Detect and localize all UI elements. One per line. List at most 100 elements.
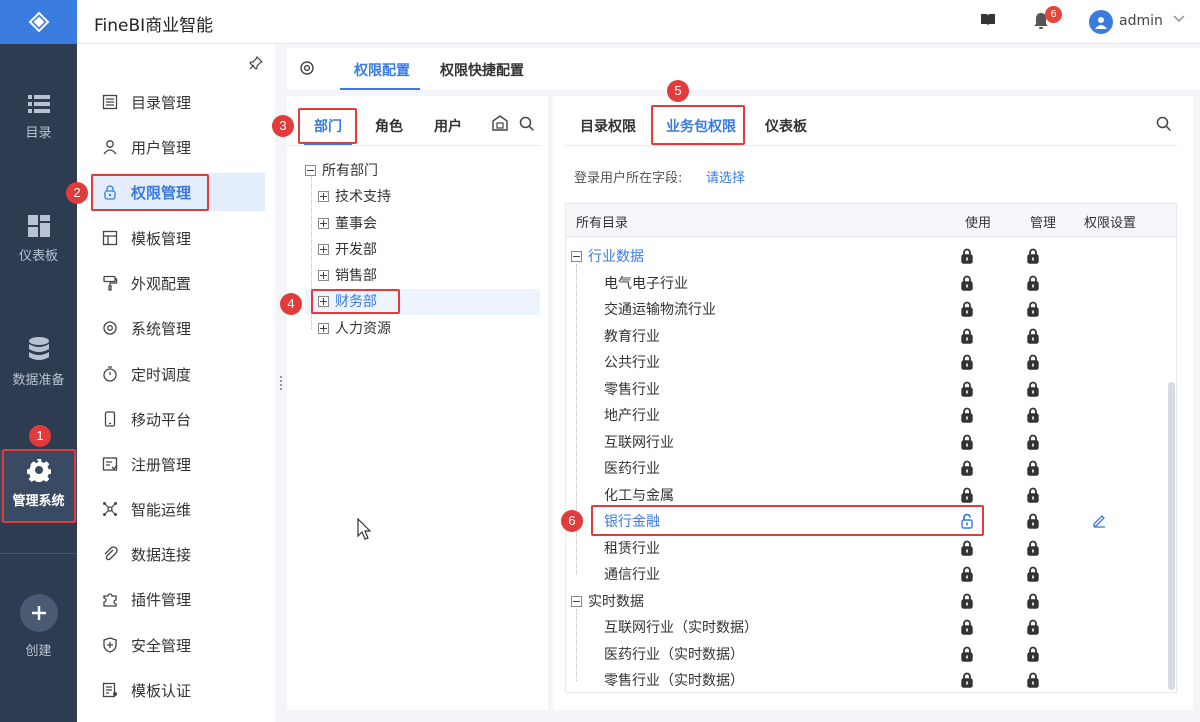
menu-item-link[interactable]: 数据连接 — [91, 535, 265, 573]
catalog-row[interactable]: 通信行业 — [604, 564, 660, 584]
manage-lock-icon[interactable] — [1027, 434, 1039, 450]
menu-item-timer[interactable]: 定时调度 — [91, 355, 265, 393]
catalog-row[interactable]: 公共行业 — [604, 352, 660, 372]
use-lock-icon[interactable] — [961, 619, 973, 635]
catalog-group-row[interactable]: 行业数据 — [571, 246, 644, 266]
chevron-down-icon[interactable] — [1173, 15, 1185, 23]
menu-item-plugin[interactable]: 插件管理 — [91, 580, 265, 618]
use-lock-icon[interactable] — [961, 407, 973, 423]
search-icon[interactable] — [519, 116, 535, 132]
menu-item-register[interactable]: 注册管理 — [91, 445, 265, 483]
catalog-row[interactable]: 教育行业 — [604, 326, 660, 346]
use-lock-icon[interactable] — [961, 646, 973, 662]
collapse-icon[interactable] — [571, 595, 582, 607]
tree-node[interactable]: 人力资源 — [318, 318, 391, 338]
tab-catalog-permission[interactable]: 目录权限 — [580, 116, 636, 136]
tab-dashboard-permission[interactable]: 仪表板 — [765, 116, 807, 136]
avatar[interactable] — [1089, 10, 1113, 34]
manage-lock-icon[interactable] — [1027, 672, 1039, 688]
collapse-icon[interactable] — [571, 250, 582, 262]
menu-item-mobile[interactable]: 移动平台 — [91, 400, 265, 438]
catalog-row[interactable]: 互联网行业（实时数据） — [604, 617, 758, 637]
catalog-row[interactable]: 互联网行业 — [604, 432, 674, 452]
expand-icon[interactable] — [318, 269, 329, 281]
expand-icon[interactable] — [318, 190, 329, 202]
menu-item-paint[interactable]: 外观配置 — [91, 264, 265, 302]
tree-node[interactable]: 开发部 — [318, 239, 377, 259]
menu-item-catalog[interactable]: 目录管理 — [91, 83, 265, 121]
manage-lock-icon[interactable] — [1027, 328, 1039, 344]
manage-lock-icon[interactable] — [1027, 275, 1039, 291]
rail-item-catalog[interactable]: 目录 — [0, 94, 77, 141]
tree-node-root[interactable]: 所有部门 — [305, 160, 378, 180]
catalog-row[interactable]: 电气电子行业 — [604, 273, 688, 293]
use-lock-icon[interactable] — [961, 540, 973, 556]
menu-item-template[interactable]: 模板管理 — [91, 219, 265, 257]
use-lock-icon[interactable] — [961, 487, 973, 503]
tree-node[interactable]: 技术支持 — [318, 186, 391, 206]
collapse-icon[interactable] — [305, 164, 316, 176]
manage-lock-icon[interactable] — [1027, 381, 1039, 397]
scrollbar[interactable] — [1168, 382, 1175, 690]
catalog-row[interactable]: 医药行业 — [604, 458, 660, 478]
use-lock-icon[interactable] — [961, 381, 973, 397]
catalog-group-row[interactable]: 实时数据 — [571, 591, 644, 611]
manage-lock-icon[interactable] — [1027, 513, 1039, 529]
pin-icon[interactable] — [249, 56, 263, 70]
tab-permission-config[interactable]: 权限配置 — [354, 60, 410, 80]
manage-lock-icon[interactable] — [1027, 407, 1039, 423]
catalog-row[interactable]: 零售行业（实时数据） — [604, 670, 744, 690]
use-lock-icon[interactable] — [961, 434, 973, 450]
tab-permission-quick-config[interactable]: 权限快捷配置 — [440, 60, 524, 80]
tab-user[interactable]: 用户 — [434, 116, 462, 136]
use-lock-icon[interactable] — [961, 301, 973, 317]
manage-lock-icon[interactable] — [1027, 593, 1039, 609]
tree-node[interactable]: 董事会 — [318, 213, 377, 233]
catalog-row[interactable]: 交通运输物流行业 — [604, 299, 716, 319]
manage-lock-icon[interactable] — [1027, 540, 1039, 556]
menu-item-user[interactable]: 用户管理 — [91, 128, 265, 166]
manage-lock-icon[interactable] — [1027, 460, 1039, 476]
catalog-row[interactable]: 医药行业（实时数据） — [604, 644, 744, 664]
manage-lock-icon[interactable] — [1027, 354, 1039, 370]
expand-icon[interactable] — [318, 243, 329, 255]
manage-lock-icon[interactable] — [1027, 619, 1039, 635]
tab-role[interactable]: 角色 — [375, 116, 403, 136]
expand-icon[interactable] — [318, 217, 329, 229]
use-lock-icon[interactable] — [961, 275, 973, 291]
menu-item-cert[interactable]: 模板认证 — [91, 671, 265, 709]
search-icon[interactable] — [1156, 116, 1172, 132]
tree-node[interactable]: 销售部 — [318, 265, 377, 285]
user-name[interactable]: admin — [1119, 13, 1163, 29]
edit-pencil-icon[interactable] — [1092, 513, 1107, 528]
menu-item-shield[interactable]: 安全管理 — [91, 626, 265, 664]
help-book-icon[interactable] — [980, 13, 996, 27]
use-lock-icon[interactable] — [961, 248, 973, 264]
manage-lock-icon[interactable] — [1027, 646, 1039, 662]
login-field-select-link[interactable]: 请选择 — [706, 167, 745, 186]
manage-lock-icon[interactable] — [1027, 301, 1039, 317]
app-logo-icon[interactable] — [0, 0, 77, 44]
rail-item-data-prep[interactable]: 数据准备 — [0, 337, 77, 388]
rail-item-create[interactable]: 创建 — [0, 594, 77, 659]
expand-icon[interactable] — [318, 322, 329, 334]
manage-lock-icon[interactable] — [1027, 566, 1039, 582]
catalog-row[interactable]: 地产行业 — [604, 405, 660, 425]
catalog-row[interactable]: 零售行业 — [604, 379, 660, 399]
use-lock-icon[interactable] — [961, 672, 973, 688]
use-lock-icon[interactable] — [961, 328, 973, 344]
menu-item-settings[interactable]: 系统管理 — [91, 309, 265, 347]
rail-item-dashboard[interactable]: 仪表板 — [0, 215, 77, 264]
menu-item-ops[interactable]: 智能运维 — [91, 490, 265, 528]
use-lock-icon[interactable] — [961, 460, 973, 476]
resize-handle[interactable] — [280, 376, 284, 390]
use-lock-icon[interactable] — [961, 354, 973, 370]
manage-lock-icon[interactable] — [1027, 487, 1039, 503]
batch-auth-icon[interactable] — [491, 115, 509, 131]
catalog-row[interactable]: 化工与金属 — [604, 485, 674, 505]
use-lock-icon[interactable] — [961, 566, 973, 582]
settings-icon[interactable] — [299, 60, 315, 76]
catalog-row[interactable]: 租赁行业 — [604, 538, 660, 558]
manage-lock-icon[interactable] — [1027, 248, 1039, 264]
use-lock-icon[interactable] — [961, 593, 973, 609]
